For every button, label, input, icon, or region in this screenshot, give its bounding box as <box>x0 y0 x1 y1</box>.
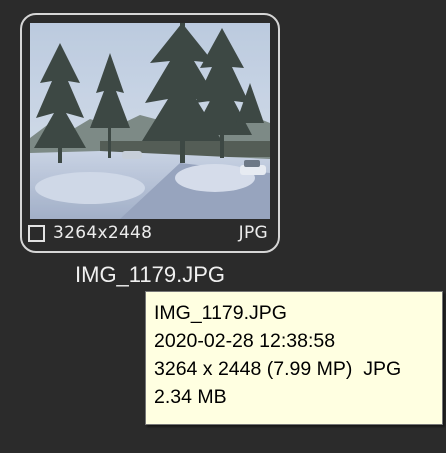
thumbnail-info-bar: 3264x2448 JPG <box>28 222 270 244</box>
tooltip-file-size: 2.34 MB <box>154 386 227 408</box>
tooltip-file-name: IMG_1179.JPG <box>154 302 287 324</box>
thumbnail-resolution: 3264x2448 <box>53 223 153 243</box>
tooltip-date: 2020-02-28 12:38:58 <box>154 330 336 352</box>
select-checkbox[interactable] <box>28 224 45 242</box>
file-name-label: IMG_1179.JPG <box>75 262 225 287</box>
photo-preview-image <box>30 23 270 219</box>
photo-thumbnail[interactable]: 3264x2448 JPG <box>20 13 280 253</box>
tooltip-dimensions: 3264 x 2448 (7.99 MP) JPG <box>154 358 402 380</box>
file-info-tooltip: IMG_1179.JPG 2020-02-28 12:38:58 3264 x … <box>145 291 443 425</box>
thumbnail-file-type: JPG <box>238 223 268 243</box>
